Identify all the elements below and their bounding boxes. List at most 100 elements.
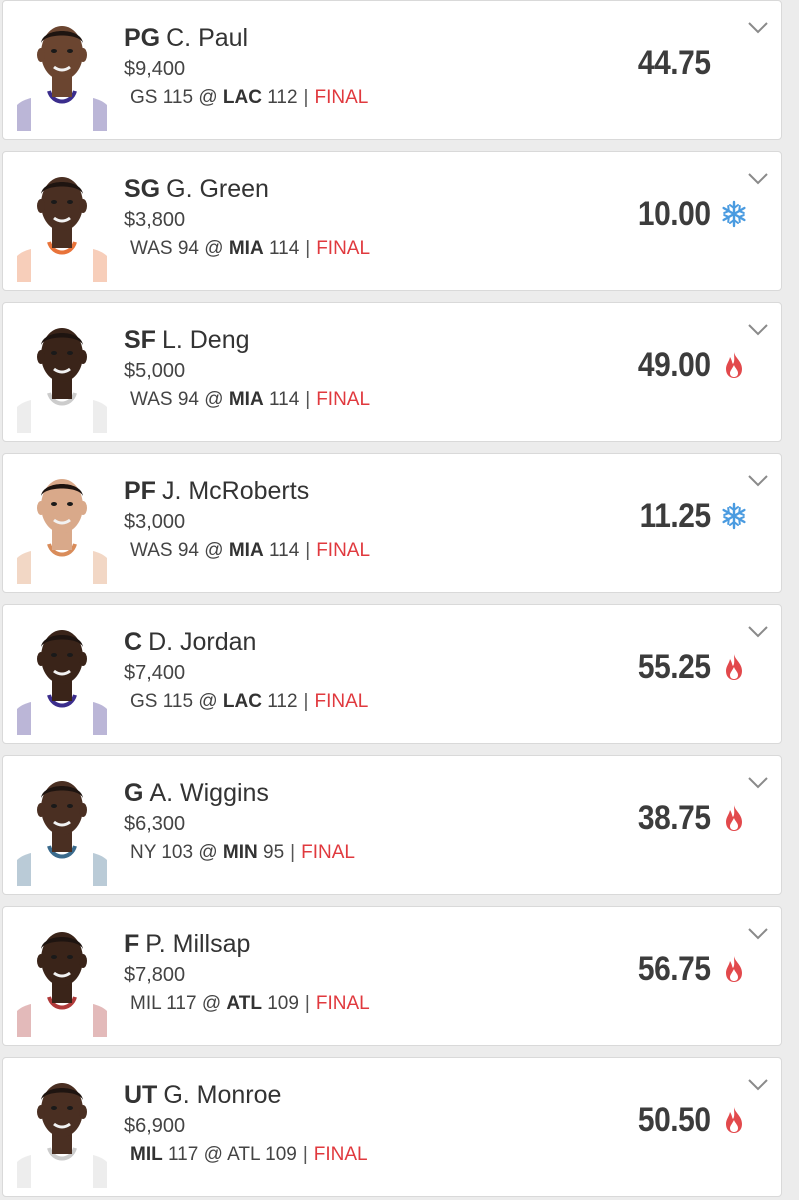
- player-name: A. Wiggins: [149, 779, 269, 807]
- game-status: FINAL: [314, 691, 369, 712]
- player-info: UT G. Monroe $6,900 MIL 117 @ ATL 109 | FINAL: [124, 1080, 368, 1167]
- player-photo: [15, 462, 109, 584]
- separator: |: [305, 389, 311, 410]
- away-score: 94: [177, 238, 199, 259]
- fire-icon: [721, 653, 747, 681]
- away-team: GS: [130, 87, 158, 108]
- player-name-line: SF L. Deng: [124, 325, 370, 355]
- player-position: PG: [124, 24, 161, 52]
- fantasy-points: 11.25: [639, 497, 711, 535]
- fire-icon: [721, 955, 747, 983]
- away-score: 94: [177, 389, 199, 410]
- player-name-line: G A. Wiggins: [124, 778, 355, 808]
- home-team: MIN: [222, 842, 258, 863]
- player-card[interactable]: UT G. Monroe $6,900 MIL 117 @ ATL 109 | FINAL…: [2, 1057, 782, 1197]
- player-info: SG G. Green $3,800 WAS 94 @ MIA 114 | FINAL: [124, 174, 370, 261]
- away-team: WAS: [130, 389, 173, 410]
- away-score: 103: [161, 842, 194, 863]
- home-team: MIA: [228, 389, 264, 410]
- player-photo: [15, 160, 109, 282]
- home-score: 114: [268, 389, 300, 410]
- player-salary: $7,800: [124, 964, 186, 986]
- player-photo: [15, 9, 109, 131]
- away-team: NY: [130, 842, 157, 863]
- game-result: NY 103 @ MIN 95 | FINAL: [130, 841, 355, 865]
- chevron-down-icon[interactable]: [747, 927, 769, 941]
- fantasy-points: 10.00: [638, 195, 711, 233]
- home-score: 114: [268, 540, 300, 561]
- game-result: WAS 94 @ MIA 114 | FINAL: [130, 388, 370, 412]
- chevron-down-icon[interactable]: [747, 1078, 769, 1092]
- at-symbol: @: [198, 691, 218, 712]
- player-name-line: PG C. Paul: [124, 23, 368, 53]
- player-card[interactable]: SG G. Green $3,800 WAS 94 @ MIA 114 | FINAL 10…: [2, 151, 782, 291]
- home-score: 109: [265, 1144, 297, 1165]
- away-team: GS: [130, 691, 158, 712]
- player-name-line: C D. Jordan: [124, 627, 368, 657]
- chevron-down-icon[interactable]: [747, 776, 769, 790]
- fantasy-points: 50.50: [638, 1101, 711, 1139]
- player-card[interactable]: F P. Millsap $7,800 MIL 117 @ ATL 109 | FINAL…: [2, 906, 782, 1046]
- home-team: MIA: [228, 238, 264, 259]
- home-team: MIA: [228, 540, 264, 561]
- player-position: SG: [124, 175, 161, 203]
- player-name: L. Deng: [161, 326, 250, 354]
- away-score: 94: [177, 540, 199, 561]
- fantasy-points: 56.75: [638, 950, 711, 988]
- chevron-down-icon[interactable]: [747, 323, 769, 337]
- player-card[interactable]: PF J. McRoberts $3,000 WAS 94 @ MIA 114 | FIN…: [2, 453, 782, 593]
- player-info: PG C. Paul $9,400 GS 115 @ LAC 112 | FINAL: [124, 23, 368, 110]
- player-card[interactable]: C D. Jordan $7,400 GS 115 @ LAC 112 | FINAL 55…: [2, 604, 782, 744]
- chevron-down-icon[interactable]: [747, 172, 769, 186]
- away-team: MIL: [130, 1144, 163, 1165]
- game-result: WAS 94 @ MIA 114 | FINAL: [130, 237, 370, 261]
- home-score: 114: [268, 238, 300, 259]
- game-status: FINAL: [315, 993, 370, 1014]
- player-name: J. McRoberts: [161, 477, 310, 505]
- separator: |: [303, 87, 309, 108]
- at-symbol: @: [201, 993, 222, 1014]
- chevron-down-icon[interactable]: [747, 474, 769, 488]
- player-name: P. Millsap: [145, 930, 251, 958]
- fire-icon: [721, 351, 747, 379]
- player-photo: [15, 613, 109, 735]
- player-position: C: [124, 628, 143, 656]
- player-salary: $6,300: [124, 813, 186, 835]
- player-name: G. Green: [166, 175, 269, 203]
- game-result: MIL 117 @ ATL 109 | FINAL: [130, 992, 370, 1016]
- separator: |: [304, 993, 310, 1014]
- away-team: MIL: [130, 993, 161, 1014]
- player-card[interactable]: PG C. Paul $9,400 GS 115 @ LAC 112 | FINAL 44.…: [2, 0, 782, 140]
- player-card[interactable]: SF L. Deng $5,000 WAS 94 @ MIA 114 | FINAL 49.…: [2, 302, 782, 442]
- player-salary: $5,000: [124, 360, 186, 382]
- player-info: C D. Jordan $7,400 GS 115 @ LAC 112 | FINAL: [124, 627, 368, 714]
- at-symbol: @: [204, 540, 224, 561]
- fantasy-points: 38.75: [638, 799, 711, 837]
- player-card[interactable]: G A. Wiggins $6,300 NY 103 @ MIN 95 | FINAL 38…: [2, 755, 782, 895]
- player-name-line: UT G. Monroe: [124, 1080, 368, 1110]
- snowflake-icon: [721, 200, 747, 228]
- at-symbol: @: [198, 842, 218, 863]
- chevron-down-icon[interactable]: [747, 625, 769, 639]
- player-position: UT: [124, 1081, 158, 1109]
- away-score: 115: [162, 691, 194, 712]
- at-symbol: @: [204, 389, 224, 410]
- player-name-line: PF J. McRoberts: [124, 476, 370, 506]
- game-status: FINAL: [313, 1144, 368, 1165]
- fantasy-points: 49.00: [638, 346, 711, 384]
- home-team: LAC: [222, 691, 262, 712]
- player-name: G. Monroe: [163, 1081, 282, 1109]
- chevron-down-icon[interactable]: [747, 21, 769, 35]
- away-score: 117: [168, 1144, 199, 1165]
- player-photo: [15, 311, 109, 433]
- game-status: FINAL: [314, 87, 369, 108]
- away-score: 117: [166, 993, 197, 1014]
- game-status: FINAL: [316, 540, 371, 561]
- player-salary: $9,400: [124, 58, 186, 80]
- home-score: 109: [267, 993, 299, 1014]
- home-score: 112: [267, 691, 298, 712]
- away-team: WAS: [130, 238, 173, 259]
- player-position: F: [124, 930, 140, 958]
- game-result: GS 115 @ LAC 112 | FINAL: [130, 86, 368, 110]
- game-status: FINAL: [301, 842, 355, 863]
